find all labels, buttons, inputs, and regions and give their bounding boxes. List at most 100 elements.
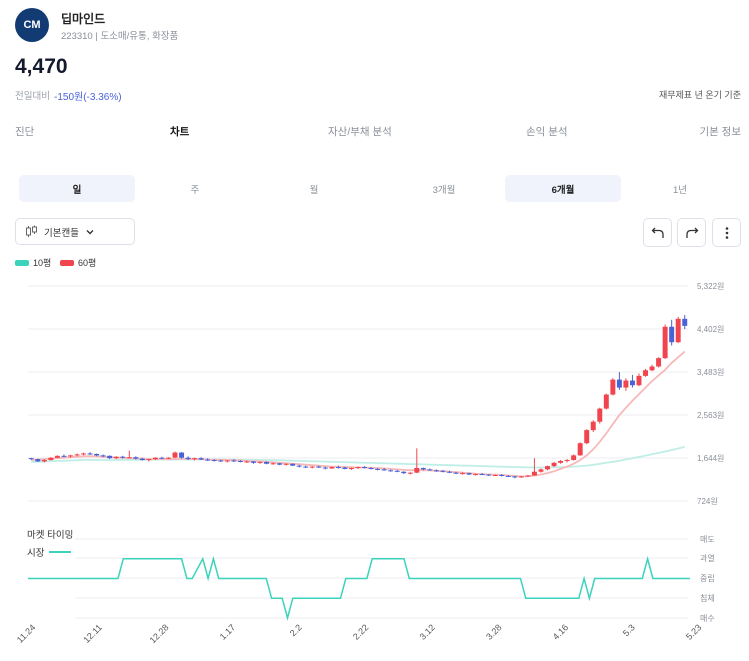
- candle-body: [172, 452, 178, 458]
- period-6month[interactable]: 6개월: [505, 175, 621, 202]
- market-timing-chart[interactable]: 매도과열중립침체매수 11.24 12.11 12.28 1.17 2.2 2.22 3.12…: [0, 530, 749, 661]
- candle-body: [211, 460, 217, 462]
- candle-body: [629, 380, 635, 386]
- candle-body: [100, 455, 106, 457]
- tab-profit-loss[interactable]: 손익 분석: [526, 124, 568, 139]
- candle-body: [250, 461, 256, 463]
- candle-body: [277, 463, 283, 465]
- candle-body: [244, 461, 250, 463]
- candle-body: [682, 318, 688, 326]
- x-tick-label: 11.24: [15, 622, 38, 645]
- chevron-down-icon: [86, 229, 94, 234]
- candle-body: [48, 457, 54, 461]
- period-week[interactable]: 주: [137, 175, 253, 202]
- candle-body: [545, 466, 550, 470]
- undo-button[interactable]: [643, 218, 672, 247]
- candle-body: [394, 470, 400, 472]
- chart-type-select[interactable]: 기본캔들: [15, 218, 135, 245]
- redo-icon: [685, 227, 698, 238]
- more-button[interactable]: [712, 218, 741, 247]
- candle-body: [675, 318, 681, 343]
- candle-body: [355, 467, 361, 469]
- tab-assets-liabilities[interactable]: 자산/부채 분석: [328, 124, 392, 139]
- candle-body: [159, 457, 165, 459]
- candle-body: [290, 463, 296, 466]
- candle-body: [505, 475, 511, 477]
- candle-body: [179, 452, 185, 458]
- candle-body: [603, 394, 609, 409]
- candle-body: [525, 475, 531, 477]
- candle-body: [74, 454, 80, 456]
- candle-body: [224, 460, 230, 462]
- timing-level-label: 매도: [700, 535, 715, 544]
- candle-body: [512, 476, 518, 478]
- candle-body: [146, 459, 152, 461]
- period-1year[interactable]: 1년: [622, 175, 738, 202]
- candle-body: [571, 455, 577, 461]
- y-tick-label: 3,483원: [697, 368, 724, 377]
- candle-body: [662, 326, 668, 359]
- candle-body: [309, 466, 315, 468]
- candle-body: [623, 380, 629, 388]
- candle-body: [531, 471, 537, 476]
- candle-body: [283, 463, 289, 465]
- candle-body: [407, 472, 413, 474]
- candle-body: [610, 379, 616, 395]
- candle-body: [643, 370, 649, 376]
- candle-body: [499, 475, 505, 477]
- candle-body: [597, 408, 603, 422]
- legend-label-ma60: 60평: [78, 258, 97, 268]
- legend-ma10: 10평: [15, 256, 51, 269]
- candle-body: [401, 471, 407, 474]
- tab-chart[interactable]: 차트: [170, 124, 189, 139]
- company-name: 딥마인드: [61, 12, 106, 26]
- basis-note: 재무제표 년 온기 기준: [658, 90, 741, 100]
- candle-body: [107, 455, 113, 459]
- candle-body: [139, 458, 145, 461]
- candle-body: [54, 455, 60, 458]
- legend-swatch-ma60: [60, 259, 74, 266]
- price-candlestick-chart[interactable]: 5,322원 4,402원 3,483원 2,563원 1,644원 724원: [0, 270, 749, 515]
- candle-body: [133, 457, 139, 459]
- x-tick-label: 3.28: [484, 622, 503, 641]
- timing-level-label: 침체: [700, 593, 715, 603]
- candle-body: [447, 471, 452, 473]
- change-value: -150원(-3.36%): [54, 92, 122, 103]
- candle-body: [362, 467, 368, 469]
- y-tick-label: 2,563원: [697, 411, 724, 420]
- tab-basic-info[interactable]: 기본 정보: [699, 124, 741, 139]
- candle-body: [303, 466, 309, 468]
- candle-body: [81, 453, 87, 455]
- candle-body: [381, 469, 387, 471]
- redo-button[interactable]: [677, 218, 706, 247]
- candle-body: [584, 430, 590, 444]
- period-month[interactable]: 월: [256, 175, 372, 202]
- more-vertical-icon: [725, 226, 728, 239]
- candle-body: [649, 366, 655, 371]
- candle-body: [120, 456, 126, 458]
- candle-body: [577, 443, 583, 456]
- candle-body: [538, 469, 544, 472]
- candle-body: [41, 460, 47, 462]
- candle-body: [113, 456, 119, 459]
- y-tick-label: 724원: [697, 497, 718, 506]
- tab-diagnosis[interactable]: 진단: [15, 124, 34, 139]
- candle-body: [67, 455, 73, 457]
- x-tick-label: 5.3: [621, 622, 637, 638]
- candle-body: [152, 457, 158, 460]
- company-logo: CM: [15, 8, 49, 42]
- chart-type-label: 기본캔들: [44, 227, 79, 239]
- undo-icon: [651, 227, 664, 238]
- current-price: 4,470: [15, 55, 68, 78]
- candle-body: [473, 474, 479, 476]
- period-day[interactable]: 일: [19, 175, 135, 202]
- period-3month[interactable]: 3개월: [386, 175, 502, 202]
- candle-body: [316, 466, 322, 468]
- candle-body: [335, 467, 341, 469]
- candle-body: [322, 467, 328, 469]
- candle-body: [486, 474, 492, 476]
- candle-body: [460, 473, 466, 475]
- candle-body: [192, 458, 198, 460]
- x-tick-label: 5.23: [684, 622, 703, 641]
- legend-ma60: 60평: [60, 256, 96, 269]
